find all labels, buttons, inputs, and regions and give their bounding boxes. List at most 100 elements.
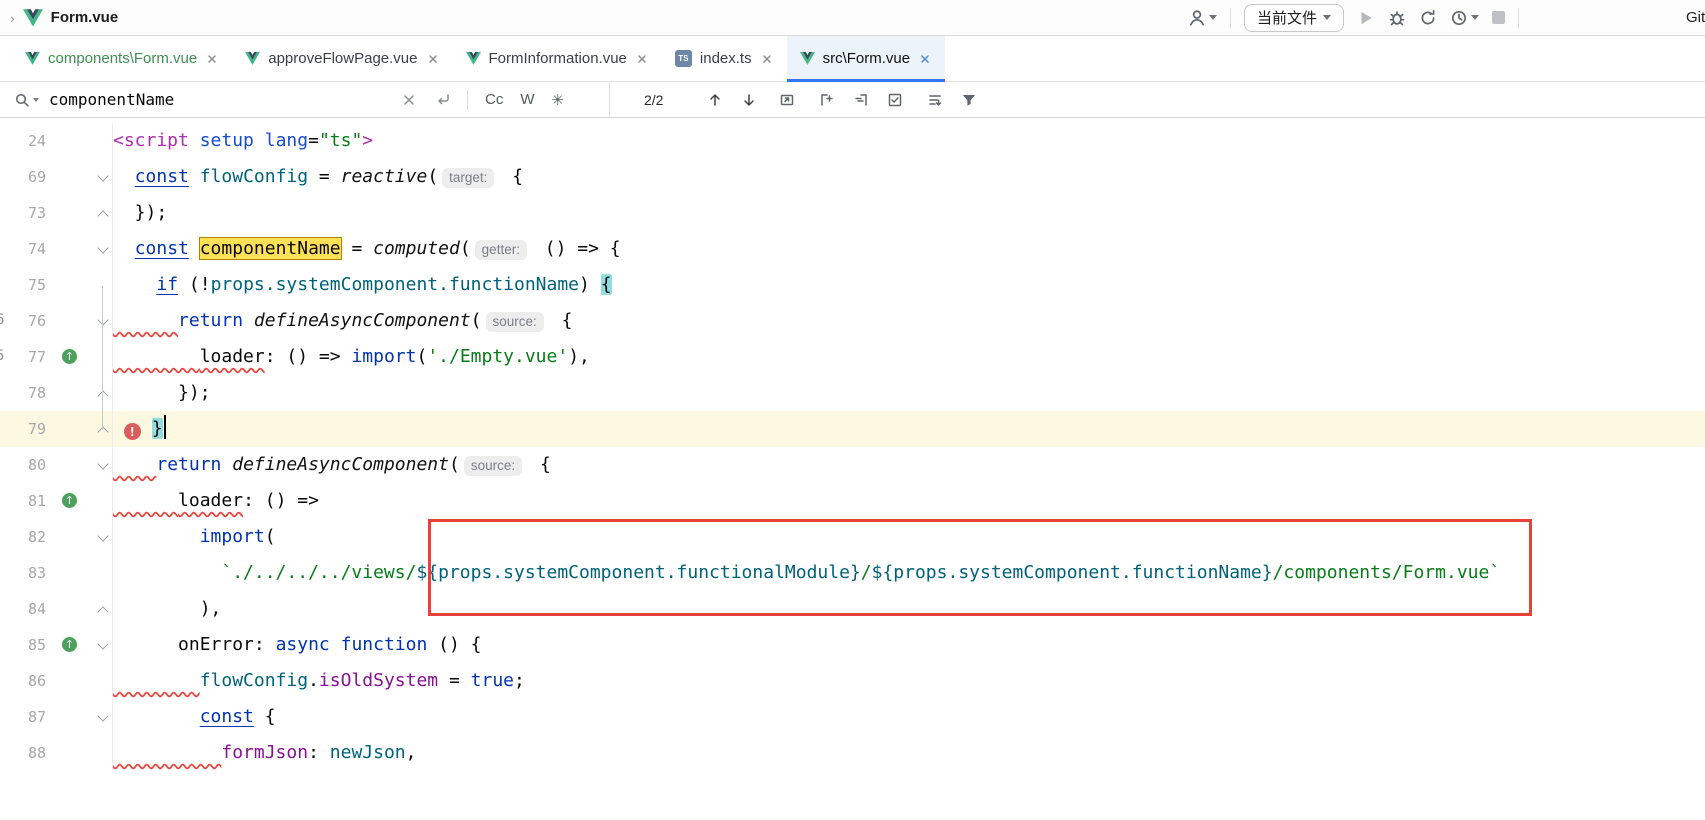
fold-up-icon[interactable] <box>97 426 108 437</box>
close-tab-icon[interactable] <box>426 52 440 66</box>
next-match-button[interactable] <box>741 92 757 108</box>
user-account-button[interactable] <box>1188 9 1217 27</box>
code-text[interactable]: <script setup lang="ts"> <box>112 123 1705 159</box>
code-editor[interactable]: 24<script setup lang="ts">69 const flowC… <box>0 118 1705 820</box>
code-line[interactable]: 75 if (!props.systemComponent.functionNa… <box>0 267 1705 303</box>
match-case-toggle[interactable]: Cc <box>485 91 503 108</box>
line-number[interactable]: 85 <box>0 627 46 663</box>
code-line[interactable]: 86 flowConfig.isOldSystem = true; <box>0 663 1705 699</box>
add-occurrence-button[interactable] <box>819 92 835 108</box>
code-line[interactable]: 83 `./../../../views/${props.systemCompo… <box>0 555 1705 591</box>
line-number[interactable]: 74 <box>0 231 46 267</box>
sort-lines-icon[interactable] <box>927 92 943 108</box>
code-text[interactable]: loader: () => <box>112 483 1705 519</box>
code-line[interactable]: 76 return defineAsyncComponent(source: { <box>0 303 1705 339</box>
fold-up-icon[interactable] <box>97 210 108 221</box>
close-tab-icon[interactable] <box>205 52 219 66</box>
line-number[interactable]: 77 <box>0 339 46 375</box>
code-line[interactable]: 88 formJson: newJson, <box>0 735 1705 771</box>
tab-src-form-vue[interactable]: src\Form.vue <box>787 36 946 81</box>
line-number[interactable]: 79 <box>0 411 46 447</box>
clear-search-icon[interactable] <box>401 92 417 108</box>
fold-down-icon[interactable] <box>97 710 108 721</box>
code-text[interactable]: `./../../../views/${props.systemComponen… <box>112 555 1705 591</box>
code-line[interactable]: 84 ), <box>0 591 1705 627</box>
code-text[interactable]: flowConfig.isOldSystem = true; <box>112 663 1705 699</box>
search-field[interactable]: componentName Cc W ✳ <box>0 82 610 117</box>
search-input[interactable]: componentName <box>49 90 401 109</box>
code-text[interactable]: formJson: newJson, <box>112 735 1705 771</box>
code-text[interactable]: import( <box>112 519 1705 555</box>
fold-down-icon[interactable] <box>97 170 108 181</box>
tab-approveflowpage-vue[interactable]: approveFlowPage.vue <box>232 36 452 81</box>
fold-up-icon[interactable] <box>97 390 108 401</box>
code-line[interactable]: 81↑ loader: () => <box>0 483 1705 519</box>
fold-down-icon[interactable] <box>97 242 108 253</box>
code-line[interactable]: 87 const { <box>0 699 1705 735</box>
line-number[interactable]: 86 <box>0 663 46 699</box>
tab-components-form-vue[interactable]: components\Form.vue <box>12 36 232 81</box>
search-history-chevron-icon[interactable] <box>33 98 39 102</box>
line-number[interactable]: 75 <box>0 267 46 303</box>
new-line-icon[interactable] <box>435 92 451 108</box>
line-number[interactable]: 81 <box>0 483 46 519</box>
close-tab-icon[interactable] <box>635 52 649 66</box>
debug-button[interactable] <box>1388 9 1406 27</box>
code-line[interactable]: 69 const flowConfig = reactive(target: { <box>0 159 1705 195</box>
regex-toggle[interactable]: ✳ <box>552 91 565 109</box>
tab-forminformation-vue[interactable]: FormInformation.vue <box>453 36 662 81</box>
code-text[interactable]: ! } <box>112 411 1705 447</box>
code-text[interactable]: }); <box>112 195 1705 231</box>
open-in-find-window-button[interactable] <box>779 92 795 108</box>
tab-index-ts[interactable]: TS index.ts <box>662 36 787 81</box>
close-tab-icon[interactable] <box>918 52 932 66</box>
code-text[interactable]: if (!props.systemComponent.functionName)… <box>112 267 1705 303</box>
profiler-button[interactable] <box>1450 9 1479 27</box>
code-line[interactable]: 24 <script setup lang="ts"> <box>0 123 1705 159</box>
whole-words-toggle[interactable]: W <box>520 91 534 108</box>
run-configuration-selector[interactable]: 当前文件 <box>1244 4 1344 32</box>
remove-occurrence-button[interactable] <box>853 92 869 108</box>
code-text[interactable]: return defineAsyncComponent(source: { <box>112 447 1705 483</box>
close-tab-icon[interactable] <box>760 52 774 66</box>
line-number[interactable]: 76 <box>0 303 46 339</box>
line-number[interactable]: 24 <box>0 123 46 159</box>
code-line[interactable]: 80 return defineAsyncComponent(source: { <box>0 447 1705 483</box>
line-number[interactable]: 82 <box>0 519 46 555</box>
code-line[interactable]: 74 const componentName = computed(getter… <box>0 231 1705 267</box>
fold-down-icon[interactable] <box>97 314 108 325</box>
code-text[interactable]: return defineAsyncComponent(source: { <box>112 303 1705 339</box>
previous-match-button[interactable] <box>707 92 723 108</box>
run-button[interactable] <box>1357 9 1375 27</box>
run-with-coverage-button[interactable] <box>1419 9 1437 27</box>
code-text[interactable]: ), <box>112 591 1705 627</box>
code-text[interactable]: const flowConfig = reactive(target: { <box>112 159 1705 195</box>
code-line[interactable]: 79 ! } <box>0 411 1705 447</box>
line-number[interactable]: 88 <box>0 735 46 771</box>
code-line[interactable]: 85 ↑ onError: async function () { <box>0 627 1705 663</box>
code-text[interactable]: const componentName = computed(getter: (… <box>112 231 1705 267</box>
select-all-occurrences-button[interactable] <box>887 92 903 108</box>
line-number[interactable]: 69 <box>0 159 46 195</box>
code-text[interactable]: onError: async function () { <box>112 627 1705 663</box>
gutter-arrow-icon[interactable]: ↑ <box>62 349 77 364</box>
fold-down-icon[interactable] <box>97 458 108 469</box>
fold-up-icon[interactable] <box>97 606 108 617</box>
stop-button[interactable] <box>1492 11 1505 24</box>
breadcrumb-chevron-icon[interactable]: › <box>10 10 15 26</box>
filter-icon[interactable] <box>961 92 977 108</box>
line-number[interactable]: 84 <box>0 591 46 627</box>
line-number[interactable]: 73 <box>0 195 46 231</box>
git-menu[interactable]: Git <box>1686 9 1705 26</box>
code-line[interactable]: 77↑ loader: () => import('./Empty.vue'), <box>0 339 1705 375</box>
code-line[interactable]: 78 }); <box>0 375 1705 411</box>
code-text[interactable]: const { <box>112 699 1705 735</box>
line-number[interactable]: 87 <box>0 699 46 735</box>
fold-down-icon[interactable] <box>97 638 108 649</box>
line-number[interactable]: 78 <box>0 375 46 411</box>
gutter-arrow-icon[interactable]: ↑ <box>62 637 77 652</box>
fold-down-icon[interactable] <box>97 530 108 541</box>
code-line[interactable]: 82 import( <box>0 519 1705 555</box>
code-line[interactable]: 73 }); <box>0 195 1705 231</box>
code-text[interactable]: }); <box>112 375 1705 411</box>
